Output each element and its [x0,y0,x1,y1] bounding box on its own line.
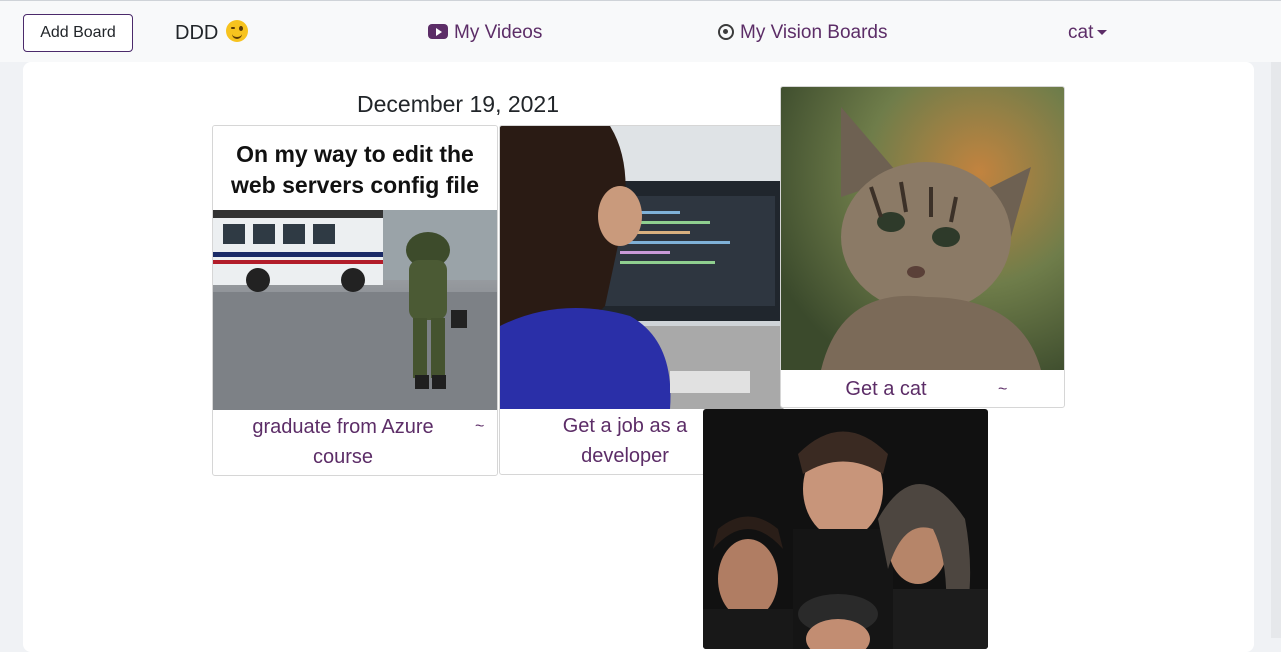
winking-face-icon [225,20,248,42]
brand-text: DDD [175,22,219,44]
nav-my-videos-label: My Videos [454,22,543,43]
board-date: December 19, 2021 [357,91,560,117]
card-caption: Get a job as a developer [562,415,688,467]
card-marker: ~ [475,418,485,435]
card-image-kitten [781,87,1064,370]
card-image-developer [500,126,783,409]
vision-card[interactable] [703,409,988,649]
vision-card[interactable]: Get a cat ~ [780,86,1065,408]
nav-my-videos[interactable]: My Videos [428,21,542,45]
card-caption: graduate from Azure course [252,416,434,468]
nav-my-vision-boards-label: My Vision Boards [740,22,888,43]
top-navbar: Add Board DDD My Videos My Vision Boards… [0,0,1281,62]
nav-my-vision-boards[interactable]: My Vision Boards [718,21,888,45]
card-image-band [703,409,988,649]
user-menu-label: cat [1068,22,1094,43]
vision-board-icon [718,24,734,40]
add-board-button[interactable]: Add Board [23,14,133,52]
card-marker: ~ [998,381,1008,398]
meme-caption-text: On my way to edit the web servers config… [213,126,497,210]
scrollbar-track[interactable] [1271,62,1281,638]
card-image-meme: On my way to edit the web servers config… [213,126,497,410]
card-caption: Get a cat [845,378,927,400]
vision-card[interactable]: On my way to edit the web servers config… [212,125,498,476]
user-menu-dropdown[interactable]: cat [1068,21,1108,45]
caret-down-icon [1097,30,1108,35]
brand[interactable]: DDD [175,20,248,46]
youtube-icon [428,24,448,39]
